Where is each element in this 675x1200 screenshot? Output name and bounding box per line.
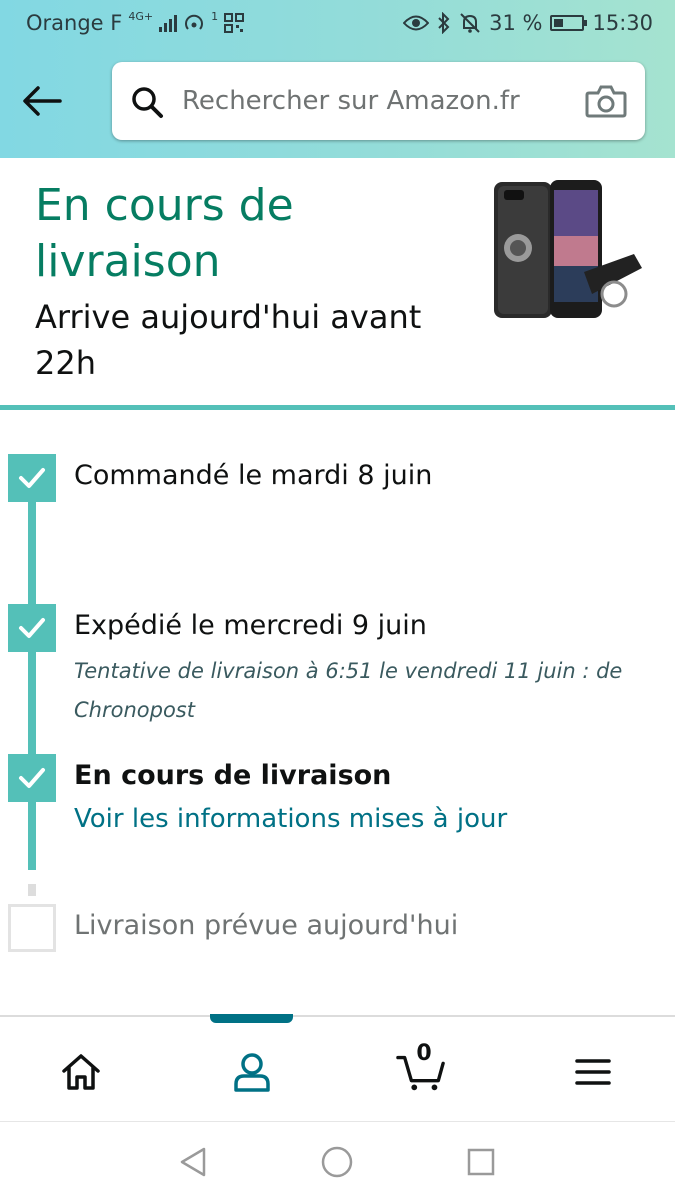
- step-ordered-check: [8, 454, 56, 502]
- search-input[interactable]: [182, 80, 572, 122]
- step-expected-delivery-label: Livraison prévue aujourd'hui: [74, 910, 459, 941]
- checkmark-icon: [19, 768, 45, 788]
- arrow-left-icon: [23, 86, 62, 116]
- step-out-for-delivery-label: En cours de livraison: [74, 760, 392, 791]
- step-shipped-check: [8, 604, 56, 652]
- square-recents-icon: [467, 1148, 495, 1176]
- checkmark-icon: [19, 468, 45, 488]
- timeline-pending-line: [28, 884, 36, 896]
- system-home-button[interactable]: [317, 1142, 357, 1182]
- user-icon: [234, 1053, 270, 1092]
- status-bar-left: Orange F 4G+ 1: [26, 10, 245, 35]
- battery-icon: [550, 15, 588, 31]
- bell-muted-icon: [460, 13, 480, 33]
- nav-account[interactable]: [227, 1047, 277, 1097]
- circle-home-icon: [321, 1146, 353, 1178]
- step-ordered-label: Commandé le mardi 8 juin: [74, 460, 433, 491]
- bluetooth-icon: [438, 12, 450, 34]
- back-button[interactable]: [18, 80, 66, 122]
- hamburger-menu-icon: [575, 1059, 611, 1085]
- network-type: 4G+: [128, 10, 154, 23]
- status-bar-right: 31 % 15:30: [403, 11, 653, 35]
- camera-icon[interactable]: [585, 84, 627, 118]
- view-updated-info-link[interactable]: Voir les informations mises à jour: [74, 804, 507, 834]
- search-bar[interactable]: [112, 62, 645, 140]
- cart-count-badge: 0: [416, 1041, 432, 1066]
- delivery-status-title: En cours de livraison: [35, 180, 294, 287]
- delivery-arrival-text: Arrive aujourd'hui avant 22h: [35, 298, 422, 382]
- checkmark-icon: [19, 618, 45, 638]
- nav-menu[interactable]: [568, 1047, 618, 1097]
- triangle-back-icon: [180, 1147, 206, 1177]
- nav-cart[interactable]: 0: [396, 1041, 446, 1097]
- hotspot-icon: [185, 14, 204, 30]
- delivery-summary: En cours de livraison Arrive aujourd'hui…: [0, 158, 675, 408]
- system-recents-button[interactable]: [461, 1142, 501, 1182]
- active-tab-indicator: [210, 1014, 293, 1023]
- signal-icon: [159, 14, 178, 32]
- bottom-navigation: 0: [0, 1014, 675, 1121]
- system-back-button[interactable]: [173, 1142, 213, 1182]
- system-navigation-bar: [0, 1121, 675, 1200]
- product-image[interactable]: [488, 176, 644, 324]
- step-expected-delivery-checkbox: [8, 904, 56, 952]
- status-bar: Orange F 4G+ 1 31 % 15:30: [0, 0, 675, 48]
- carrier-name: Orange F: [26, 11, 123, 35]
- clock: 15:30: [592, 11, 653, 35]
- app-header: Orange F 4G+ 1 31 % 15:30 Rechercher sur…: [0, 0, 675, 158]
- battery-percent: 31 %: [489, 11, 543, 35]
- tracking-timeline: Commandé le mardi 8 juin Expédié le merc…: [0, 410, 675, 1015]
- nav-home[interactable]: [56, 1047, 106, 1097]
- search-icon: [132, 87, 163, 118]
- hotspot-count: 1: [211, 10, 219, 23]
- step-shipped-label: Expédié le mercredi 9 juin: [74, 610, 427, 641]
- timeline-progress-line: [28, 480, 36, 870]
- eye-icon: [403, 15, 430, 31]
- qr-code-icon: [224, 13, 245, 33]
- home-icon: [62, 1054, 100, 1090]
- step-out-for-delivery-check: [8, 754, 56, 802]
- step-shipped-note: Tentative de livraison à 6:51 le vendred…: [74, 659, 623, 722]
